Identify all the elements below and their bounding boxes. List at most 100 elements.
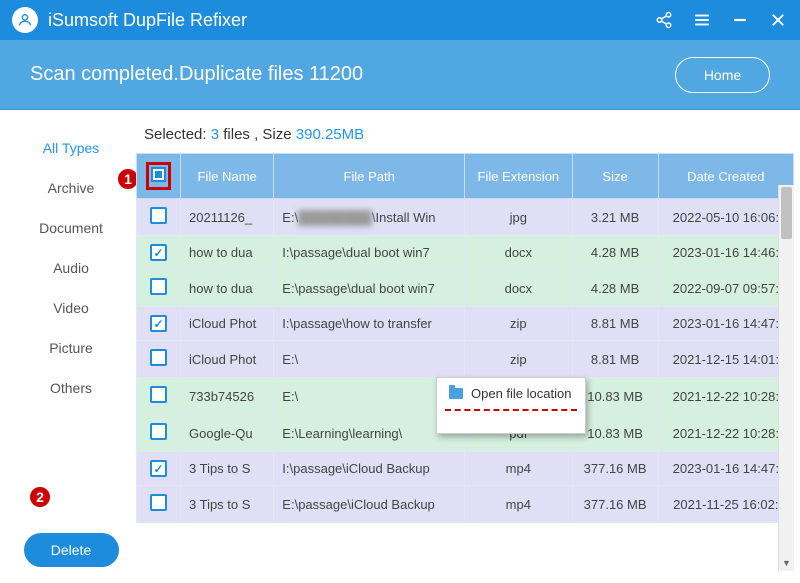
cell-extension: mp4: [465, 452, 572, 486]
context-menu: Open file location: [436, 377, 586, 434]
scrollbar[interactable]: ▲ ▼: [778, 185, 794, 571]
app-window: iSumsoft DupFile Refixer Scan completed.…: [0, 0, 800, 583]
cell-filepath: E:\████████\Install Win: [274, 199, 465, 236]
scroll-down-icon[interactable]: ▼: [779, 555, 794, 571]
table-container: File Name File Path File Extension Size …: [136, 153, 794, 571]
cell-filename: 20211126_: [181, 199, 274, 236]
row-checkbox[interactable]: [150, 386, 167, 403]
files-table: File Name File Path File Extension Size …: [136, 153, 794, 523]
row-checkbox[interactable]: [150, 349, 167, 366]
minimize-icon[interactable]: [730, 10, 750, 30]
cell-extension: zip: [465, 307, 572, 341]
cell-filename: iCloud Phot: [181, 307, 274, 341]
cell-extension: docx: [465, 236, 572, 270]
cell-size: 377.16 MB: [572, 452, 658, 486]
col-date[interactable]: Date Created: [658, 154, 793, 199]
menu-icon[interactable]: [692, 10, 712, 30]
cell-filepath: E:\passage\dual boot win7: [274, 270, 465, 307]
table-row[interactable]: 3 Tips to SE:\passage\iCloud Backupmp437…: [137, 486, 794, 523]
table-row[interactable]: iCloud PhotI:\passage\how to transferzip…: [137, 307, 794, 341]
select-all-checkbox[interactable]: [151, 167, 166, 182]
cell-date: 2021-12-15 14:01:: [658, 341, 793, 378]
col-filename[interactable]: File Name: [181, 154, 274, 199]
selection-mid: files , Size: [219, 126, 296, 143]
app-title: iSumsoft DupFile Refixer: [48, 10, 654, 31]
context-open-location[interactable]: Open file location: [437, 378, 585, 409]
titlebar-controls: [654, 10, 788, 30]
sidebar-item-document[interactable]: Document: [6, 208, 136, 248]
table-row[interactable]: how to duaI:\passage\dual boot win7docx4…: [137, 236, 794, 270]
cell-date: 2021-11-25 16:02:: [658, 486, 793, 523]
row-checkbox[interactable]: [150, 423, 167, 440]
selection-prefix: Selected:: [144, 126, 211, 143]
row-checkbox[interactable]: [150, 460, 167, 477]
cell-size: 4.28 MB: [572, 236, 658, 270]
cell-extension: jpg: [465, 199, 572, 236]
cell-size: 377.16 MB: [572, 486, 658, 523]
cell-filepath: I:\passage\iCloud Backup: [274, 452, 465, 486]
row-checkbox[interactable]: [150, 244, 167, 261]
main-area: All Types Archive Document Audio Video P…: [0, 110, 800, 583]
cell-size: 4.28 MB: [572, 270, 658, 307]
row-checkbox[interactable]: [150, 278, 167, 295]
sidebar-item-video[interactable]: Video: [6, 288, 136, 328]
cell-filepath: E:\: [274, 341, 465, 378]
col-extension[interactable]: File Extension: [465, 154, 572, 199]
cell-filename: how to dua: [181, 236, 274, 270]
cell-filename: Google-Qu: [181, 415, 274, 452]
selection-size: 390.25MB: [296, 126, 364, 143]
cell-filepath: I:\passage\how to transfer: [274, 307, 465, 341]
annotation-badge-2: 2: [28, 485, 52, 509]
cell-date: 2021-12-22 10:28:: [658, 378, 793, 415]
cell-date: 2023-01-16 14:47:: [658, 307, 793, 341]
context-open-location-label: Open file location: [471, 386, 571, 401]
table-row[interactable]: how to duaE:\passage\dual boot win7docx4…: [137, 270, 794, 307]
cell-filename: iCloud Phot: [181, 341, 274, 378]
row-checkbox[interactable]: [150, 494, 167, 511]
delete-button[interactable]: Delete: [24, 533, 119, 567]
cell-date: 2021-12-22 10:28:: [658, 415, 793, 452]
table-row[interactable]: 20211126_E:\████████\Install Winjpg3.21 …: [137, 199, 794, 236]
cell-filepath: I:\passage\dual boot win7: [274, 236, 465, 270]
row-checkbox[interactable]: [150, 207, 167, 224]
cell-size: 8.81 MB: [572, 307, 658, 341]
cell-extension: zip: [465, 341, 572, 378]
titlebar: iSumsoft DupFile Refixer: [0, 0, 800, 40]
cell-size: 3.21 MB: [572, 199, 658, 236]
selection-info: Selected: 3 files , Size 390.25MB: [136, 122, 794, 153]
selection-count: 3: [211, 126, 219, 143]
context-item-blank[interactable]: [437, 411, 585, 433]
table-row[interactable]: 3 Tips to SI:\passage\iCloud Backupmp437…: [137, 452, 794, 486]
cell-date: 2022-09-07 09:57:: [658, 270, 793, 307]
cell-filename: how to dua: [181, 270, 274, 307]
sidebar-item-picture[interactable]: Picture: [6, 328, 136, 368]
sidebar-item-others[interactable]: Others: [6, 368, 136, 408]
cell-date: 2022-05-10 16:06:: [658, 199, 793, 236]
sidebar-item-audio[interactable]: Audio: [6, 248, 136, 288]
col-filepath[interactable]: File Path: [274, 154, 465, 199]
row-checkbox[interactable]: [150, 315, 167, 332]
table-row[interactable]: iCloud PhotE:\zip8.81 MB2021-12-15 14:01…: [137, 341, 794, 378]
content-area: Selected: 3 files , Size 390.25MB File N…: [136, 122, 794, 571]
cell-filename: 733b74526: [181, 378, 274, 415]
cell-filename: 3 Tips to S: [181, 452, 274, 486]
cell-date: 2023-01-16 14:47:: [658, 452, 793, 486]
cell-size: 8.81 MB: [572, 341, 658, 378]
cell-filepath: E:\passage\iCloud Backup: [274, 486, 465, 523]
scan-status-text: Scan completed.Duplicate files 11200: [30, 63, 675, 86]
share-icon[interactable]: [654, 10, 674, 30]
col-checkbox-header[interactable]: [137, 154, 181, 199]
cell-filename: 3 Tips to S: [181, 486, 274, 523]
scroll-thumb[interactable]: [781, 187, 792, 239]
sidebar-item-all-types[interactable]: All Types: [6, 128, 136, 168]
app-logo-icon: [12, 7, 38, 33]
close-icon[interactable]: [768, 10, 788, 30]
cell-extension: mp4: [465, 486, 572, 523]
folder-icon: [449, 388, 463, 399]
cell-extension: docx: [465, 270, 572, 307]
home-button[interactable]: Home: [675, 57, 770, 93]
sidebar: All Types Archive Document Audio Video P…: [6, 122, 136, 571]
col-size[interactable]: Size: [572, 154, 658, 199]
cell-date: 2023-01-16 14:46:: [658, 236, 793, 270]
subheader: Scan completed.Duplicate files 11200 Hom…: [0, 40, 800, 110]
